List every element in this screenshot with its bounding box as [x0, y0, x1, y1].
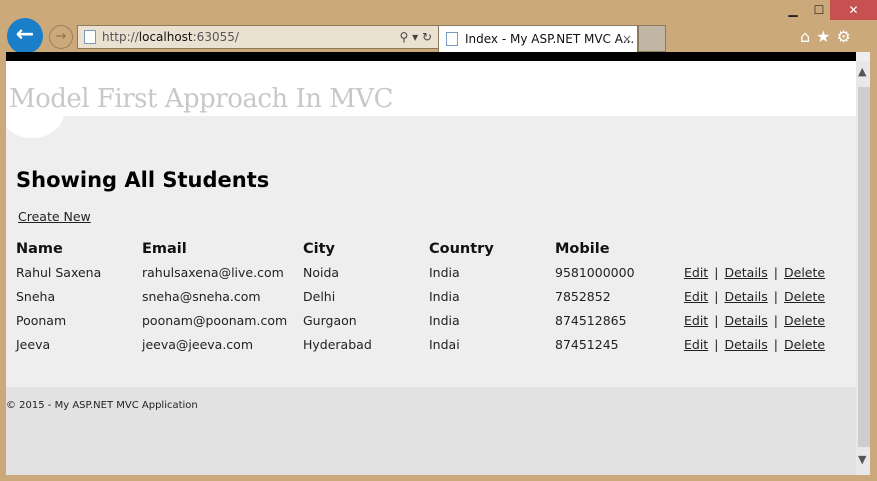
cell-mobile: 9581000000 [555, 264, 635, 280]
table-row: Rahul Saxena rahulsaxena@live.com Noida Ind… [16, 260, 825, 284]
table-row: Poonam poonam@poonam.com Gurgaon India 87451… [16, 308, 825, 332]
navbar [6, 52, 856, 61]
back-arrow-icon: ← [15, 22, 35, 47]
delete-link[interactable]: Delete [784, 265, 825, 280]
col-name: Name [16, 241, 63, 257]
minimize-button[interactable]: ▁ [780, 0, 806, 20]
separator: | [714, 264, 719, 280]
back-button[interactable]: ← [7, 18, 43, 54]
cell-email: rahulsaxena@live.com [142, 264, 284, 280]
forward-arrow-icon: → [55, 29, 67, 44]
col-city: City [303, 241, 335, 257]
col-actions [684, 238, 825, 260]
details-link[interactable]: Details [724, 265, 767, 280]
separator: | [773, 312, 778, 328]
cell-actions: Edit | Details | Delete [684, 284, 825, 308]
cell-actions: Edit | Details | Delete [684, 308, 825, 332]
scrollbar-thumb[interactable] [858, 87, 870, 447]
cell-name: Rahul Saxena [16, 264, 102, 280]
url-port: :63055/ [192, 30, 239, 44]
delete-link[interactable]: Delete [784, 313, 825, 328]
cell-city: Gurgaon [303, 312, 357, 328]
cell-name: Jeeva [16, 336, 51, 352]
edit-link[interactable]: Edit [684, 265, 708, 280]
table-header: Name Email City Country Mobile [16, 238, 825, 260]
url-host: localhost [138, 30, 193, 44]
cell-city: Delhi [303, 288, 336, 304]
cell-mobile: 87451245 [555, 336, 619, 352]
address-bar[interactable]: http://localhost:63055/ ⚲ ▾ ↻ [77, 25, 439, 49]
separator: | [773, 264, 778, 280]
details-link[interactable]: Details [724, 337, 767, 352]
cell-actions: Edit | Details | Delete [684, 260, 825, 284]
forward-button[interactable]: → [49, 25, 73, 49]
cell-mobile: 874512865 [555, 312, 627, 328]
cell-name: Poonam [16, 312, 67, 328]
table-row: Sneha sneha@sneha.com Delhi India 7852852 Edi… [16, 284, 825, 308]
cell-city: Hyderabad [303, 336, 372, 352]
col-mobile: Mobile [555, 241, 610, 257]
favorites-star-icon[interactable]: ★ [816, 27, 836, 46]
site-title[interactable]: Model First Approach In MVC [9, 84, 394, 114]
home-icon[interactable]: ⌂ [800, 27, 816, 46]
separator: | [714, 336, 719, 352]
separator: | [773, 336, 778, 352]
cell-country: Indai [429, 336, 460, 352]
refresh-icon[interactable]: ↻ [422, 30, 432, 44]
edit-link[interactable]: Edit [684, 289, 708, 304]
col-email: Email [142, 241, 187, 257]
tab-close-icon[interactable]: × [622, 26, 632, 52]
page-icon [84, 30, 96, 44]
url-prefix: http:// [102, 30, 139, 44]
tab-title: Index - My ASP.NET MVC A... [465, 32, 635, 46]
maximize-button[interactable]: ☐ [806, 0, 832, 20]
col-country: Country [429, 241, 494, 257]
tab-index[interactable]: Index - My ASP.NET MVC A... × [438, 25, 638, 52]
create-new-link[interactable]: Create New [18, 209, 91, 224]
students-table: Name Email City Country Mobile Rahul Sax… [16, 238, 825, 356]
scroll-up-icon[interactable]: ▲ [858, 65, 866, 78]
details-link[interactable]: Details [724, 313, 767, 328]
edit-link[interactable]: Edit [684, 313, 708, 328]
search-icon[interactable]: ⚲ [399, 30, 408, 44]
footer-text: © 2015 - My ASP.NET MVC Application [6, 400, 198, 411]
cell-name: Sneha [16, 288, 56, 304]
cell-country: India [429, 288, 460, 304]
table-row: Jeeva jeeva@jeeva.com Hyderabad Indai 874512… [16, 332, 825, 356]
cell-email: sneha@sneha.com [142, 288, 261, 304]
close-window-button[interactable]: ✕ [830, 0, 877, 20]
cell-country: India [429, 312, 460, 328]
separator: | [714, 288, 719, 304]
cell-actions: Edit | Details | Delete [684, 332, 825, 356]
page-heading: Showing All Students [16, 168, 270, 192]
cell-mobile: 7852852 [555, 288, 611, 304]
delete-link[interactable]: Delete [784, 289, 825, 304]
cell-country: India [429, 264, 460, 280]
cell-email: poonam@poonam.com [142, 312, 288, 328]
edit-link[interactable]: Edit [684, 337, 708, 352]
cell-city: Noida [303, 264, 340, 280]
page-viewport: Model First Approach In MVC Showing All … [6, 52, 870, 475]
dropdown-icon[interactable]: ▾ [412, 30, 418, 44]
details-link[interactable]: Details [724, 289, 767, 304]
settings-gear-icon[interactable]: ⚙ [837, 27, 857, 46]
vertical-scrollbar[interactable]: ▲ ▼ [856, 61, 870, 475]
separator: | [773, 288, 778, 304]
separator: | [714, 312, 719, 328]
page-icon [446, 32, 458, 46]
footer: © 2015 - My ASP.NET MVC Application [6, 387, 856, 475]
scroll-down-icon[interactable]: ▼ [858, 453, 866, 466]
new-tab-button[interactable] [638, 25, 666, 52]
cell-email: jeeva@jeeva.com [142, 336, 253, 352]
delete-link[interactable]: Delete [784, 337, 825, 352]
